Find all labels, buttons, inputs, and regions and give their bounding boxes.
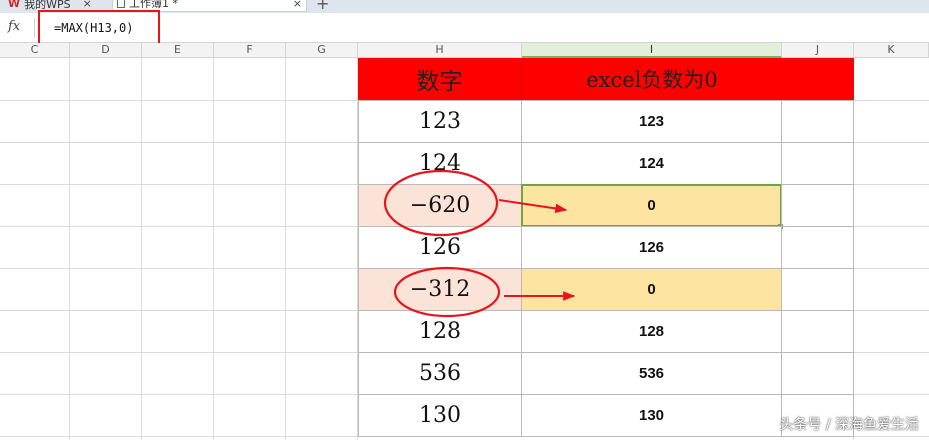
cell-j-empty[interactable] [781,226,854,269]
cell-i-result[interactable]: 123 [521,100,782,143]
table-header-empty[interactable] [782,58,854,100]
column-header-d[interactable]: D [70,43,142,58]
column-header-g[interactable]: G [286,43,358,58]
grid-line [69,58,70,440]
cell-h-value[interactable]: 128 [358,310,522,353]
column-header-k[interactable]: K [854,43,929,58]
grid-line [141,58,142,440]
column-header-j[interactable]: J [782,43,854,58]
cell-i-result[interactable]: 130 [521,394,782,437]
cell-h-value[interactable]: 126 [358,226,522,269]
wps-logo-icon: W [8,0,21,10]
close-icon[interactable]: × [83,0,92,10]
cell-h-value[interactable]: 123 [358,100,522,143]
cell-j-empty[interactable] [781,184,854,227]
cell-h-negative[interactable]: −620 [358,184,522,227]
cell-h-value[interactable]: 124 [358,142,522,185]
cell-j-empty[interactable] [781,310,854,353]
grid-line [213,58,214,440]
cell-i-result[interactable]: 128 [521,310,782,353]
column-header-f[interactable]: F [214,43,286,58]
divider [34,18,35,38]
cell-i-result[interactable]: 124 [521,142,782,185]
cell-j-empty[interactable] [781,142,854,185]
spreadsheet-icon [117,0,125,8]
cell-j-empty[interactable] [781,100,854,143]
new-tab-button[interactable]: + [316,0,329,13]
cell-j-empty[interactable] [781,268,854,311]
column-header-c[interactable]: C [0,43,70,58]
column-header-h[interactable]: H [358,43,522,58]
cell-h-value[interactable]: 130 [358,394,522,437]
cell-i-active-result[interactable]: 0 [521,184,782,227]
cell-i-result[interactable]: 126 [521,226,782,269]
cell-j-empty[interactable] [781,352,854,395]
fx-icon[interactable]: fx [8,19,20,34]
table-header-result[interactable]: excel负数为0 [522,58,782,100]
cell-i-result[interactable]: 0 [521,268,782,311]
table-header-number[interactable]: 数字 [358,58,522,100]
watermark: 头条号 / 深海鱼爱生活 [779,417,919,433]
cell-h-negative[interactable]: −312 [358,268,522,311]
column-header-e[interactable]: E [142,43,214,58]
cell-i-result[interactable]: 536 [521,352,782,395]
column-header-i[interactable]: I [522,43,782,58]
close-icon[interactable]: × [293,0,302,10]
grid-line [285,58,286,440]
cell-h-value[interactable]: 536 [358,352,522,395]
